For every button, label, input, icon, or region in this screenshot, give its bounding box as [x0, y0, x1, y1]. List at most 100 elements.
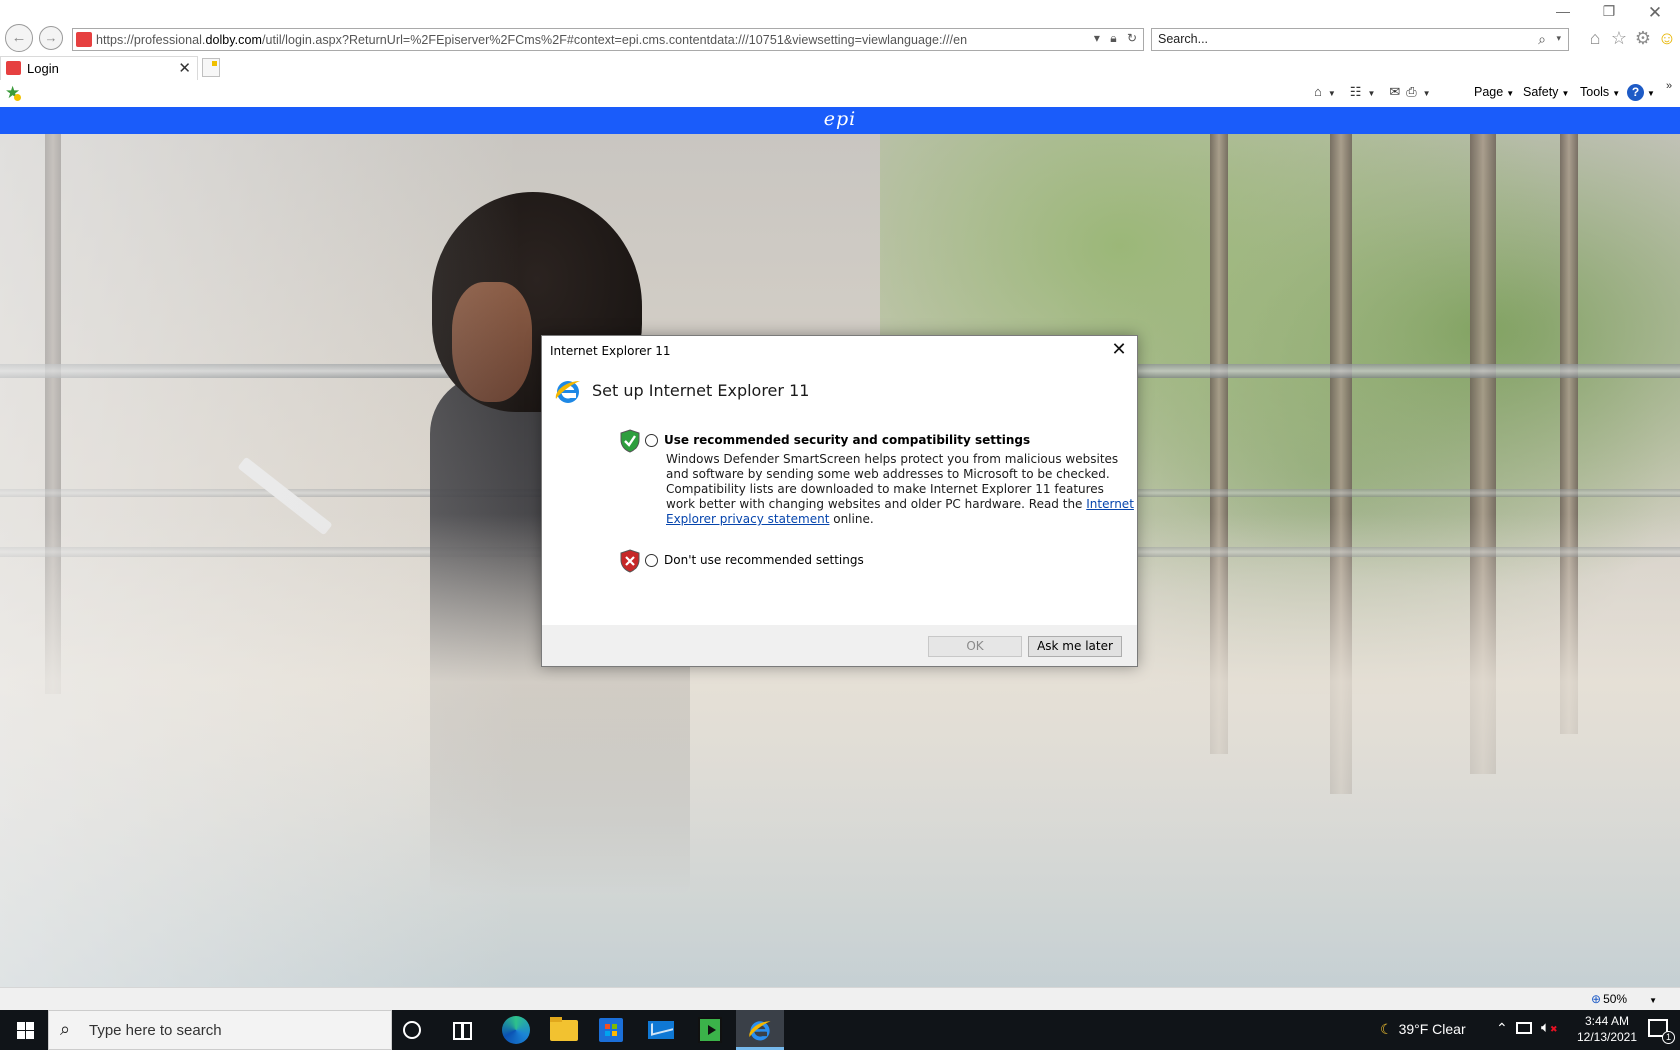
ok-button[interactable]: OK — [928, 636, 1022, 657]
address-bar[interactable]: https://professional.dolby.com/util/logi… — [72, 28, 1144, 51]
new-tab-button[interactable] — [202, 58, 220, 77]
command-bar: ★ ⌂ ▼ ☷ ▼ ✉ ⎙ ▼ Page ▼ Safety ▼ Tools ▼ ? ▼ » — [0, 80, 1680, 107]
search-dropdown-icon[interactable]: ▾ — [1556, 33, 1561, 44]
restore-button[interactable]: ❐ — [1586, 3, 1632, 20]
lock-icon[interactable]: 🔒︎ — [1110, 31, 1116, 45]
smiley-feedback-icon[interactable]: ☺ — [1655, 28, 1679, 49]
search-icon[interactable]: ⌕ — [1538, 31, 1546, 48]
safety-menu[interactable]: Safety ▼ — [1523, 85, 1569, 99]
notifications-icon[interactable]: 1 — [1648, 1019, 1675, 1044]
page-menu[interactable]: Page ▼ — [1474, 85, 1514, 99]
ask-me-later-button[interactable]: Ask me later — [1028, 636, 1122, 657]
restore-icon: ❐ — [1602, 3, 1616, 19]
zoom-level: 50% — [1603, 992, 1628, 1006]
green-shield-check-icon — [620, 429, 640, 453]
print-icon[interactable]: ⎙ — [1406, 84, 1416, 100]
tab-row: Login ✕ — [0, 56, 1680, 80]
window-close-button[interactable]: ✕ — [1632, 3, 1678, 23]
tab-login[interactable]: Login ✕ — [0, 56, 198, 80]
taskbar-search-placeholder: Type here to search — [89, 1022, 222, 1039]
zoom-control[interactable]: ⊕ 50% ▼ — [1591, 992, 1657, 1006]
background-haze-left — [0, 134, 520, 987]
description-end: online. — [829, 512, 874, 526]
page-menu-label: Page — [1474, 85, 1504, 99]
ie-setup-dialog: Internet Explorer 11 ✕ Set up Internet E… — [541, 335, 1138, 667]
forward-button[interactable]: → — [39, 26, 63, 50]
back-icon: ← — [11, 29, 27, 46]
recommended-label[interactable]: Use recommended security and compatibili… — [664, 433, 1030, 447]
cortana-icon[interactable] — [403, 1021, 421, 1039]
network-icon[interactable] — [1516, 1022, 1532, 1034]
back-button[interactable]: ← — [5, 24, 33, 52]
feeds-dropdown-icon[interactable]: ▼ — [1367, 89, 1375, 98]
safety-menu-label: Safety — [1523, 85, 1559, 99]
search-box[interactable]: ⌕ ▾ — [1151, 28, 1569, 51]
tab-favicon-icon — [6, 61, 21, 75]
task-view-icon[interactable] — [453, 1021, 472, 1040]
system-tray: ☾ 39°F Clear ⌃ 🔈︎✖ 3:44 AM 12/13/2021 1 — [1380, 1010, 1680, 1050]
home-cmd-icon[interactable]: ⌂ — [1314, 84, 1322, 99]
search-input[interactable] — [1158, 32, 1518, 46]
epi-logo: epi — [823, 108, 857, 130]
recommended-radio[interactable] — [645, 434, 658, 447]
mail-icon[interactable] — [648, 1021, 674, 1039]
refresh-icon[interactable]: ↻ — [1127, 31, 1137, 45]
moon-icon: ☾ — [1380, 1021, 1393, 1037]
browser-right-icons: ⌂ ☆ ⚙ ☺ — [1583, 28, 1679, 49]
site-favicon-icon — [76, 32, 92, 47]
edge-icon[interactable] — [502, 1016, 530, 1044]
description-text: Windows Defender SmartScreen helps prote… — [666, 452, 1119, 511]
add-favorites-bar-icon[interactable]: ★ — [5, 83, 22, 103]
favorites-star-icon[interactable]: ☆ — [1607, 28, 1631, 49]
print-dropdown-icon[interactable]: ▼ — [1423, 89, 1431, 98]
browser-titlebar: ← → https://professional.dolby.com/util/… — [0, 0, 1680, 56]
settings-gear-icon[interactable]: ⚙ — [1631, 28, 1655, 49]
dialog-title: Internet Explorer 11 — [550, 344, 671, 358]
tab-title: Login — [27, 61, 59, 76]
clock[interactable]: 3:44 AM 12/13/2021 — [1570, 1013, 1644, 1045]
not-recommended-label[interactable]: Don't use recommended settings — [664, 553, 864, 567]
media-player-icon[interactable] — [698, 1017, 722, 1043]
status-bar: ⊕ 50% ▼ — [0, 987, 1680, 1010]
epi-header-bar: epi — [0, 107, 1680, 134]
clock-time: 3:44 AM — [1584, 1014, 1630, 1028]
weather-text: 39°F Clear — [1398, 1021, 1466, 1037]
zoom-dropdown-icon[interactable]: ▼ — [1649, 996, 1657, 1005]
not-recommended-radio[interactable] — [645, 554, 658, 567]
minimize-button[interactable]: — — [1540, 3, 1586, 19]
notification-count-badge: 1 — [1662, 1031, 1675, 1044]
address-url[interactable]: https://professional.dolby.com/util/logi… — [96, 33, 967, 47]
dialog-close-button[interactable]: ✕ — [1108, 339, 1130, 360]
url-prefix: https://professional. — [96, 33, 206, 47]
tools-menu-label: Tools — [1580, 85, 1610, 99]
microsoft-store-icon[interactable] — [599, 1018, 623, 1042]
volume-muted-icon[interactable]: 🔈︎✖ — [1541, 1019, 1558, 1036]
zoom-icon: ⊕ — [1591, 992, 1602, 1006]
read-mail-icon[interactable]: ✉ — [1389, 84, 1400, 100]
dialog-footer: OK Ask me later — [542, 625, 1137, 666]
file-explorer-icon[interactable] — [550, 1017, 578, 1041]
internet-explorer-icon[interactable] — [746, 1016, 774, 1044]
taskbar-search[interactable]: ⌕ Type here to search — [48, 1010, 392, 1050]
show-hidden-icons-icon[interactable]: ⌃ — [1496, 1020, 1508, 1037]
red-shield-x-icon — [620, 549, 640, 573]
help-dropdown-icon[interactable]: ▼ — [1647, 89, 1655, 98]
minimize-icon: — — [1556, 3, 1570, 19]
chevron-down-icon: ▼ — [1612, 89, 1621, 98]
close-icon: ✕ — [1647, 3, 1663, 22]
feeds-icon[interactable]: ☷ — [1350, 84, 1362, 100]
tab-close-icon[interactable]: ✕ — [178, 59, 191, 77]
tools-menu[interactable]: Tools ▼ — [1580, 85, 1620, 99]
address-dropdown-icon[interactable]: ▾ — [1094, 31, 1100, 45]
start-button[interactable] — [0, 1010, 48, 1050]
weather-widget[interactable]: ☾ 39°F Clear — [1380, 1021, 1466, 1038]
home-dropdown-icon[interactable]: ▼ — [1328, 89, 1336, 98]
command-icons: ⌂ ▼ ☷ ▼ ✉ ⎙ ▼ — [1314, 84, 1445, 100]
address-icons: ▾ 🔒︎ ↻ — [1087, 31, 1137, 46]
search-icon: ⌕ — [60, 1019, 71, 1039]
home-icon[interactable]: ⌂ — [1583, 28, 1607, 49]
toolbar-overflow-icon[interactable]: » — [1666, 80, 1672, 92]
windows-taskbar: ⌕ Type here to search ☾ 39°F Clear ⌃ 🔈︎✖ … — [0, 1010, 1680, 1050]
chevron-down-icon: ▼ — [1506, 89, 1515, 98]
help-icon[interactable]: ? — [1627, 84, 1644, 101]
